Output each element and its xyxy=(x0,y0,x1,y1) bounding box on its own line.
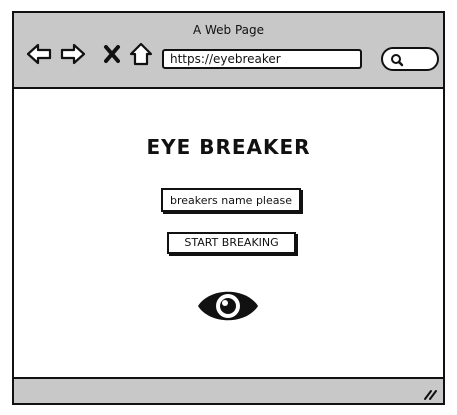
back-arrow-icon[interactable] xyxy=(26,41,52,67)
start-breaking-button[interactable]: START BREAKING xyxy=(167,232,296,254)
home-icon[interactable] xyxy=(128,41,154,67)
status-bar xyxy=(14,377,443,403)
browser-window: A Web Page https://eyebreaker EYE BREAKE… xyxy=(12,11,445,405)
page-content: EYE BREAKER START BREAKING xyxy=(14,89,443,379)
forward-arrow-icon[interactable] xyxy=(60,41,86,67)
close-x-icon[interactable] xyxy=(100,41,126,67)
search-icon xyxy=(391,54,404,67)
browser-toolbar: A Web Page https://eyebreaker xyxy=(14,13,443,89)
url-bar[interactable]: https://eyebreaker xyxy=(162,49,362,69)
breaker-name-input[interactable] xyxy=(161,188,301,212)
eye-icon xyxy=(196,281,260,331)
window-title: A Web Page xyxy=(192,23,265,37)
page-title: EYE BREAKER xyxy=(146,135,311,159)
search-button[interactable] xyxy=(381,47,439,71)
resize-grip-icon[interactable] xyxy=(421,383,439,401)
